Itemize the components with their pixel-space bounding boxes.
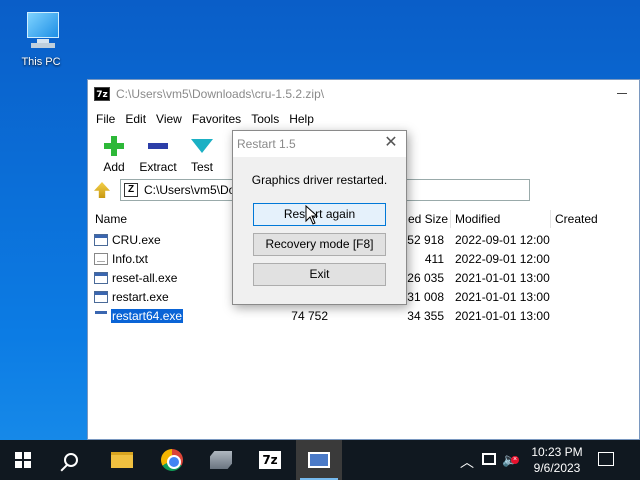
desktop-icon-this-pc[interactable]: This PC	[12, 8, 70, 68]
menu-bar: File Edit View Favorites Tools Help	[88, 108, 639, 130]
file-modified: 2022-09-01 12:00	[455, 252, 550, 266]
file-modified: 2022-09-01 12:00	[455, 233, 550, 247]
taskbar-seven-zip[interactable]: 7z	[247, 440, 293, 480]
file-modified: 2021-01-01 13:00	[455, 309, 550, 323]
extract-label: Extract	[139, 160, 177, 174]
extract-button[interactable]: Extract	[136, 132, 180, 178]
file-modified: 2021-01-01 13:00	[455, 290, 550, 304]
recovery-mode-button[interactable]: Recovery mode [F8]	[253, 233, 386, 256]
menu-file[interactable]: File	[91, 112, 120, 126]
restart-dialog: Restart 1.5 ✕ Graphics driver restarted.…	[232, 130, 407, 305]
column-created[interactable]: Created	[555, 212, 598, 226]
close-icon[interactable]: ✕	[384, 135, 398, 151]
check-arrow-icon	[191, 139, 213, 153]
column-name[interactable]: Name	[95, 212, 127, 226]
search-button[interactable]	[48, 440, 94, 480]
exe-icon	[94, 310, 108, 322]
taskbar-file-explorer[interactable]	[99, 440, 145, 480]
up-folder-icon[interactable]	[94, 182, 110, 198]
window-titlebar[interactable]: 7z C:\Users\vm5\Downloads\cru-1.5.2.zip\	[88, 80, 639, 108]
exe-icon	[94, 272, 108, 284]
clock-time: 10:23 PM	[531, 445, 583, 459]
exe-icon	[94, 291, 108, 303]
network-computers-icon	[210, 451, 232, 469]
file-size: 74 752	[291, 309, 328, 323]
menu-help[interactable]: Help	[284, 112, 319, 126]
file-name: restart.exe	[112, 290, 169, 304]
menu-edit[interactable]: Edit	[120, 112, 151, 126]
notification-icon[interactable]	[598, 452, 614, 466]
cru-app-icon	[308, 452, 330, 468]
test-button[interactable]: Test	[180, 132, 224, 178]
minus-icon	[148, 143, 168, 149]
clock[interactable]: 10:23 PM 9/6/2023	[524, 444, 590, 476]
address-text: C:\Users\vm5\Do	[144, 183, 236, 197]
menu-tools[interactable]: Tools	[246, 112, 284, 126]
folder-icon	[111, 452, 133, 468]
menu-favorites[interactable]: Favorites	[187, 112, 246, 126]
seven-zip-icon: 7z	[259, 451, 281, 469]
mouse-cursor-icon	[305, 205, 319, 225]
file-modified: 2021-01-01 13:00	[455, 271, 550, 285]
file-name: restart64.exe	[109, 308, 185, 324]
file-name: reset-all.exe	[112, 271, 178, 285]
chrome-icon	[161, 449, 183, 471]
taskbar-network-app[interactable]	[198, 440, 244, 480]
dialog-message: Graphics driver restarted.	[251, 173, 388, 187]
dialog-title: Restart 1.5	[237, 137, 296, 151]
dialog-titlebar[interactable]: Restart 1.5 ✕	[233, 131, 406, 157]
file-name: CRU.exe	[112, 233, 161, 247]
file-row-selected[interactable]: restart64.exe 74 752 34 355 2021-01-01 1…	[88, 307, 639, 326]
test-label: Test	[190, 160, 213, 174]
plus-icon	[104, 136, 124, 156]
file-packed-size: 34 355	[407, 309, 444, 323]
zip-icon: Z	[124, 183, 138, 197]
computer-icon	[21, 8, 61, 52]
file-name: Info.txt	[112, 252, 149, 266]
menu-view[interactable]: View	[151, 112, 187, 126]
volume-muted-icon[interactable]: 🔈×	[502, 452, 519, 468]
minimize-button[interactable]	[615, 86, 629, 100]
network-icon[interactable]	[482, 453, 496, 465]
restart-again-button[interactable]: Restart again	[253, 203, 386, 226]
exit-button[interactable]: Exit	[253, 263, 386, 286]
windows-logo-icon	[15, 452, 31, 468]
add-button[interactable]: Add	[92, 132, 136, 178]
exe-icon	[94, 234, 108, 246]
desktop-icon-label: This PC	[21, 56, 61, 68]
column-modified[interactable]: Modified	[455, 212, 500, 226]
txt-icon	[94, 253, 108, 265]
window-title: C:\Users\vm5\Downloads\cru-1.5.2.zip\	[116, 87, 325, 101]
search-icon	[64, 453, 78, 467]
taskbar: 7z ︿ 🔈× 10:23 PM 9/6/2023	[0, 440, 640, 480]
chevron-up-icon[interactable]: ︿	[460, 452, 474, 472]
taskbar-cru[interactable]	[296, 440, 342, 480]
column-packed-size[interactable]: ed Size	[408, 212, 448, 226]
add-label: Add	[103, 160, 125, 174]
clock-date: 9/6/2023	[533, 461, 581, 475]
seven-zip-app-icon: 7z	[94, 87, 110, 101]
taskbar-chrome[interactable]	[149, 440, 195, 480]
start-button[interactable]	[0, 440, 46, 480]
